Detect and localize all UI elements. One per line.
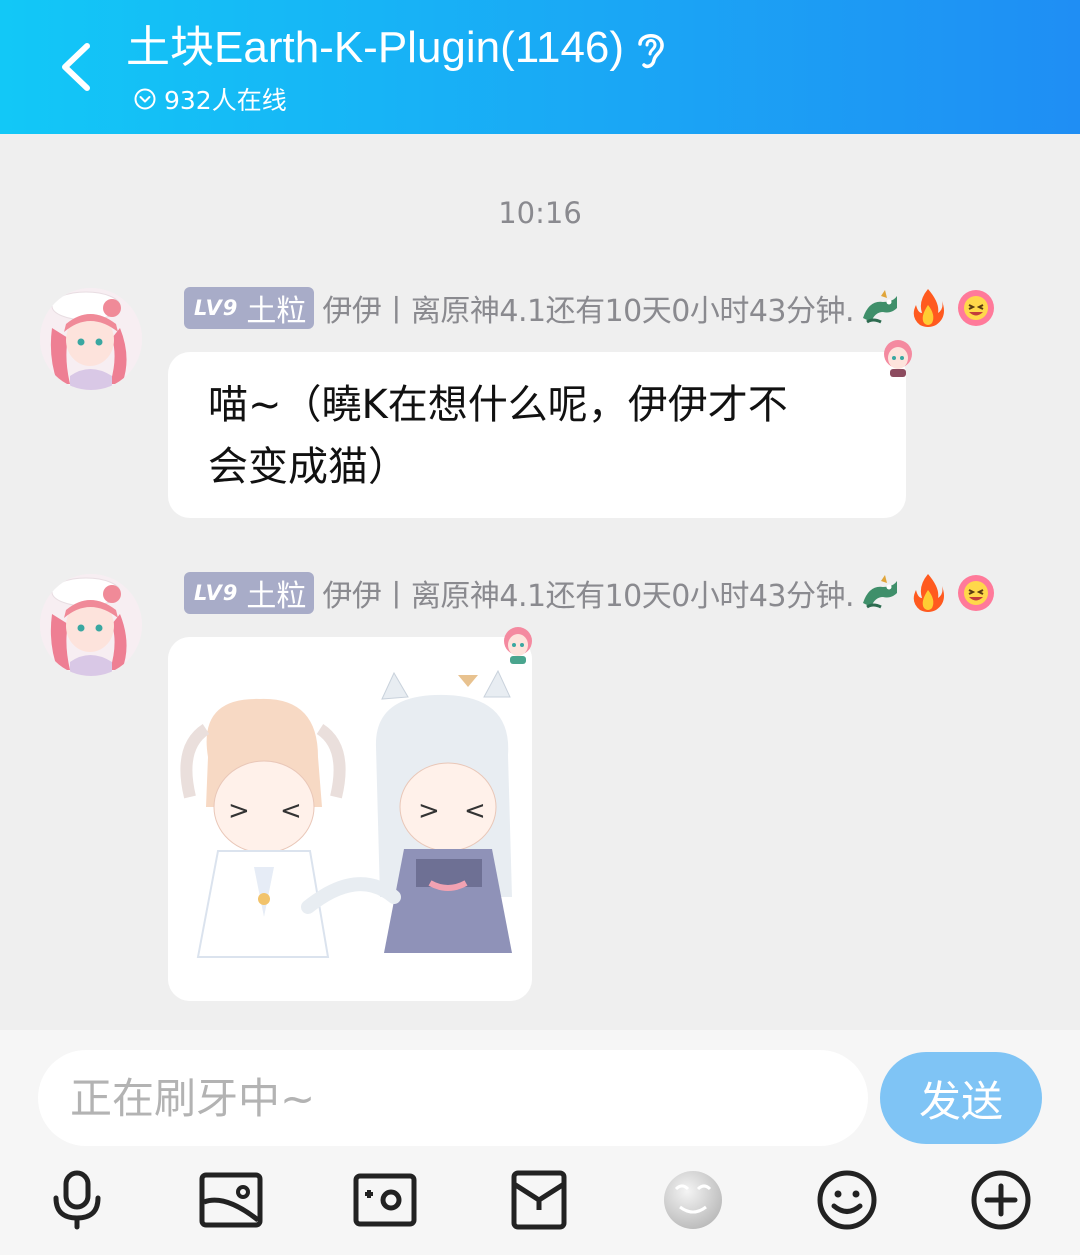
chevron-left-icon: [62, 43, 90, 91]
chat-header: 土块Earth-K-Plugin(1146) 932人在线: [0, 0, 1080, 134]
level-label: LV9: [194, 296, 239, 320]
more-button[interactable]: [969, 1168, 1033, 1232]
microphone-icon: [53, 1170, 101, 1230]
red-packet-button[interactable]: [507, 1168, 571, 1232]
message-text: 喵~（曉K在想什么呢，伊伊才不 会变成猫）: [168, 352, 906, 518]
image-message[interactable]: > < > <: [168, 627, 532, 1001]
bubble-decoration-icon: [884, 340, 912, 377]
avatar[interactable]: [40, 574, 142, 676]
svg-text:>: >: [418, 796, 440, 826]
message-text-line: 喵~（曉K在想什么呢，伊伊才不: [208, 382, 788, 428]
svg-text:<: <: [464, 796, 486, 826]
svg-text:>: >: [228, 796, 250, 826]
grin-flower-icon: [954, 571, 998, 615]
picture-button[interactable]: [199, 1168, 263, 1232]
chevron-circle-icon: [134, 88, 156, 110]
picture-icon: [199, 1172, 263, 1228]
sender-name[interactable]: 伊伊丨离原神4.1还有10天0小时43分钟.: [322, 571, 854, 615]
fire-icon: [906, 286, 950, 330]
grin-flower-icon: [954, 286, 998, 330]
online-status[interactable]: 932人在线: [134, 82, 287, 116]
camera-button[interactable]: [353, 1168, 417, 1232]
rank-label: 土粒: [246, 294, 307, 329]
message-meta: LV9 土粒 伊伊丨离原神4.1还有10天0小时43分钟.: [184, 572, 998, 614]
emoji-icon: [817, 1170, 877, 1230]
avatar-image: [40, 574, 142, 676]
message-timestamp: 10:16: [498, 196, 582, 230]
dragon-icon: [858, 286, 902, 330]
sticker-button[interactable]: [661, 1168, 725, 1232]
back-button[interactable]: [46, 30, 106, 104]
send-button[interactable]: 发送: [880, 1052, 1042, 1144]
avatar-image: [40, 288, 142, 390]
rank-label: 土粒: [246, 579, 307, 614]
ear-icon[interactable]: [630, 28, 670, 72]
avatar[interactable]: [40, 288, 142, 390]
dragon-icon: [858, 571, 902, 615]
emoji-button[interactable]: [815, 1168, 879, 1232]
message-text-line: 会变成猫）: [208, 444, 408, 490]
sticker-image: > < > <: [168, 637, 532, 1001]
level-badge[interactable]: LV9 土粒: [184, 572, 315, 614]
message-input[interactable]: [38, 1050, 868, 1146]
fire-icon: [906, 571, 950, 615]
plus-icon: [971, 1170, 1031, 1230]
level-badge[interactable]: LV9 土粒: [184, 287, 315, 329]
sender-name[interactable]: 伊伊丨离原神4.1还有10天0小时43分钟.: [322, 286, 854, 330]
online-count: 932人在线: [164, 86, 287, 115]
red-packet-icon: [511, 1170, 567, 1230]
level-label: LV9: [194, 581, 239, 605]
voice-button[interactable]: [45, 1168, 109, 1232]
camera-icon: [353, 1173, 417, 1227]
message-meta: LV9 土粒 伊伊丨离原神4.1还有10天0小时43分钟.: [184, 287, 998, 329]
group-title[interactable]: 土块Earth-K-Plugin(1146): [126, 20, 624, 76]
sticker-icon: [664, 1171, 722, 1229]
bubble-decoration-icon: [504, 627, 532, 664]
input-bar: 发送: [0, 1030, 1080, 1255]
svg-text:<: <: [280, 796, 302, 826]
message-bubble[interactable]: 喵~（曉K在想什么呢，伊伊才不 会变成猫）: [168, 340, 912, 518]
chat-area[interactable]: 10:16 LV9 土粒 伊伊丨离原神4.1还有10天0小时43分钟. 喵~（曉…: [0, 134, 1080, 1030]
